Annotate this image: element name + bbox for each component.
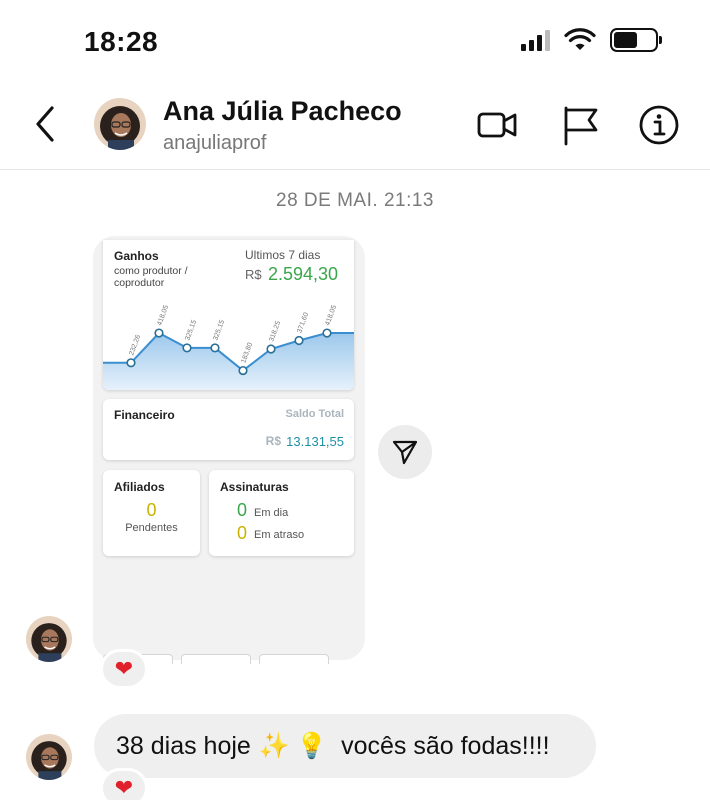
chart-point (126, 358, 136, 368)
em-dia-label: Em dia (254, 507, 289, 519)
cellular-signal-icon (521, 29, 550, 51)
chart-point-label: 418,05 (324, 304, 338, 327)
saldo-total-label: Saldo Total (285, 408, 344, 420)
chart-point-label: 318,25 (268, 320, 282, 343)
sparkles-icon: ✨ (258, 731, 290, 760)
chart-area-fill (103, 333, 354, 390)
heart-reaction[interactable]: ❤ (100, 768, 148, 800)
assinaturas-card: Assinaturas 0 Em dia 0 Em atraso (209, 470, 354, 556)
contact-username[interactable]: anajuliaprof (163, 132, 266, 155)
flag-icon[interactable] (560, 104, 602, 146)
chart-point (210, 343, 220, 353)
saldo-currency: R$ (265, 434, 281, 448)
chart-point-label: 183,80 (240, 342, 254, 365)
video-call-icon[interactable] (476, 104, 518, 146)
em-atraso-count: 0 (237, 523, 248, 543)
contact-name[interactable]: Ana Júlia Pacheco (163, 96, 402, 127)
saldo-amount: 13.131,55 (286, 434, 344, 449)
financeiro-card: Financeiro Saldo Total R$ 13.131,55 (103, 399, 354, 460)
afiliados-card: Afiliados 0 Pendentes (103, 470, 200, 556)
message-text-suffix: vocês são fodas!!!! (341, 731, 550, 760)
text-message-bubble[interactable]: 38 dias hoje ✨ 💡 vocês são fodas!!!! (94, 714, 596, 778)
send-icon (392, 440, 418, 465)
ganhos-card: Ganhos como produtor / coprodutor Ultimo… (103, 240, 354, 390)
chart-point-label: 325,15 (212, 319, 226, 342)
light-bulb-icon: 💡 (295, 731, 328, 760)
shared-image-message[interactable]: Ganhos como produtor / coprodutor Ultimo… (93, 236, 365, 660)
message-timestamp: 28 DE MAI. 21:13 (276, 190, 434, 211)
sender-avatar[interactable] (26, 616, 72, 662)
em-dia-count: 0 (237, 500, 248, 520)
battery-icon (610, 28, 662, 52)
chart-point (322, 328, 332, 338)
afiliados-title: Afiliados (114, 480, 165, 494)
share-button[interactable] (378, 425, 432, 479)
chart-point (154, 328, 164, 338)
wifi-icon (564, 28, 596, 50)
status-time: 18:28 (84, 26, 159, 57)
chart-point (266, 344, 276, 354)
chart-point (238, 365, 248, 376)
chart-point-label: 371,60 (296, 312, 310, 335)
contact-avatar[interactable] (94, 98, 146, 150)
chart-point (182, 343, 192, 353)
assinaturas-title: Assinaturas (220, 480, 289, 494)
heart-icon: ❤ (114, 775, 134, 800)
heart-reaction[interactable]: ❤ (100, 649, 148, 689)
em-atraso-label: Em atraso (254, 529, 305, 541)
afiliados-count: 0 (146, 500, 157, 520)
afiliados-label: Pendentes (125, 522, 178, 534)
status-icons (521, 28, 662, 52)
sender-avatar[interactable] (26, 734, 72, 780)
chart-point-label: 325,15 (184, 319, 198, 342)
chart-point-label: 418,05 (156, 304, 170, 327)
message-text-prefix: 38 dias hoje (116, 731, 251, 760)
back-arrow-icon[interactable] (30, 104, 60, 144)
info-icon[interactable] (638, 104, 680, 146)
ganhos-area-chart: 232,26418,05325,15 325,15183,80318,25 371,… (103, 304, 354, 390)
heart-icon: ❤ (114, 656, 134, 681)
chat-header: Ana Júlia Pacheco anajuliaprof (0, 84, 710, 170)
chart-point (294, 335, 304, 346)
financeiro-title: Financeiro (114, 408, 175, 422)
